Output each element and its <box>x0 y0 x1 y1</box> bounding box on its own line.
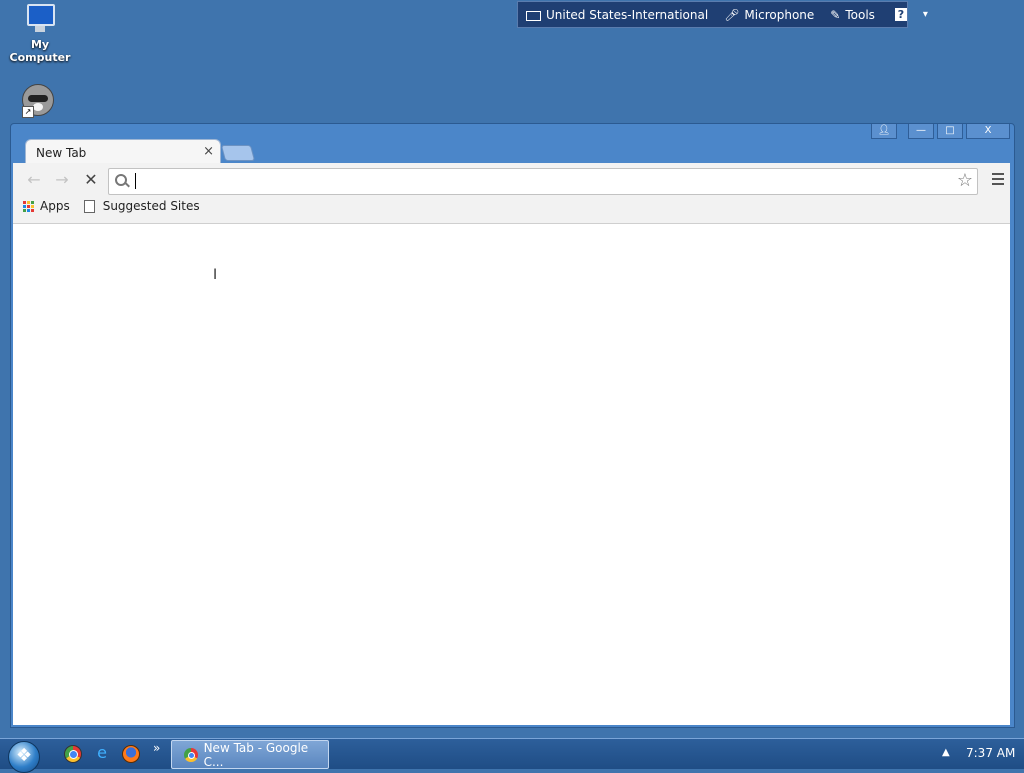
language-label: United States-International <box>546 7 709 22</box>
firefox-icon[interactable] <box>122 745 140 763</box>
microphone-icon: 🎤︎ <box>724 7 740 22</box>
language-selector[interactable]: United States-International <box>518 8 716 22</box>
taskbar: e » New Tab - Google C... ▲ 7:37 AM <box>0 738 1024 773</box>
bookmark-apps[interactable]: Apps <box>23 199 70 213</box>
bookmark-star-icon[interactable]: ☆ <box>957 170 973 191</box>
keyboard-icon <box>526 10 541 21</box>
taskbar-task-label: New Tab - Google C... <box>203 740 309 769</box>
bookmark-suggested-sites[interactable]: Suggested Sites <box>83 199 200 213</box>
my-computer-desktop-icon[interactable]: My Computer <box>2 2 78 64</box>
raccoon-shortcut-desktop-icon[interactable]: ↗ <box>22 84 56 118</box>
text-caret <box>135 173 136 189</box>
help-button[interactable]: ? <box>883 8 915 21</box>
chrome-window: 👤︎ — □ X New Tab × ← → ✕ ☆ Apps Suggeste… <box>10 123 1015 728</box>
shortcut-arrow-icon: ↗ <box>22 106 34 118</box>
microphone-button[interactable]: 🎤︎ Microphone <box>716 8 822 22</box>
text-cursor-icon: I <box>213 267 218 283</box>
chrome-task-icon <box>184 747 198 762</box>
chrome-icon[interactable] <box>64 745 82 763</box>
show-hidden-icons-icon[interactable]: ▲ <box>942 747 950 758</box>
browser-toolbar: ← → ✕ ☆ Apps Suggested Sites <box>13 163 1010 224</box>
minimize-button[interactable]: — <box>908 124 934 139</box>
internet-explorer-icon[interactable]: e <box>94 745 110 761</box>
chrome-menu-button[interactable] <box>992 173 1004 188</box>
omnibox-input[interactable] <box>133 171 937 193</box>
apps-grid-icon <box>23 200 34 212</box>
window-controls: 👤︎ — □ X <box>868 124 1010 139</box>
help-icon: ? <box>894 8 907 21</box>
page-icon <box>83 199 95 213</box>
forward-button[interactable]: → <box>51 171 73 189</box>
bookmark-suggested-sites-label: Suggested Sites <box>102 199 200 213</box>
tab-new-tab[interactable]: New Tab × <box>25 139 221 164</box>
new-tab-button[interactable] <box>220 145 256 161</box>
quicklaunch-overflow-icon[interactable]: » <box>153 741 160 755</box>
tools-icon: ✎ <box>830 7 841 22</box>
tools-label: Tools <box>845 7 875 22</box>
stop-loading-button[interactable]: ✕ <box>80 171 102 189</box>
computer-icon <box>24 2 56 34</box>
profile-button[interactable]: 👤︎ <box>871 124 897 139</box>
bookmark-apps-label: Apps <box>40 199 70 213</box>
language-bar: United States-International 🎤︎ Microphon… <box>517 1 928 28</box>
search-icon <box>115 174 127 186</box>
back-button[interactable]: ← <box>23 171 45 189</box>
tools-button[interactable]: ✎ Tools <box>822 8 883 22</box>
page-content[interactable]: I <box>13 224 1010 725</box>
microphone-label: Microphone <box>744 7 815 22</box>
bookmarks-bar: Apps Suggested Sites <box>23 199 214 213</box>
my-computer-label: My Computer <box>9 38 71 64</box>
maximize-button[interactable]: □ <box>937 124 963 139</box>
start-button[interactable] <box>8 741 40 773</box>
omnibox[interactable]: ☆ <box>108 168 978 195</box>
tab-close-icon[interactable]: × <box>203 144 214 159</box>
taskbar-chrome-task[interactable]: New Tab - Google C... <box>171 740 329 769</box>
tab-title: New Tab <box>36 146 87 160</box>
close-window-button[interactable]: X <box>966 124 1010 139</box>
system-clock[interactable]: 7:37 AM <box>966 746 1015 760</box>
language-bar-options-icon[interactable]: ▾ <box>915 9 936 20</box>
